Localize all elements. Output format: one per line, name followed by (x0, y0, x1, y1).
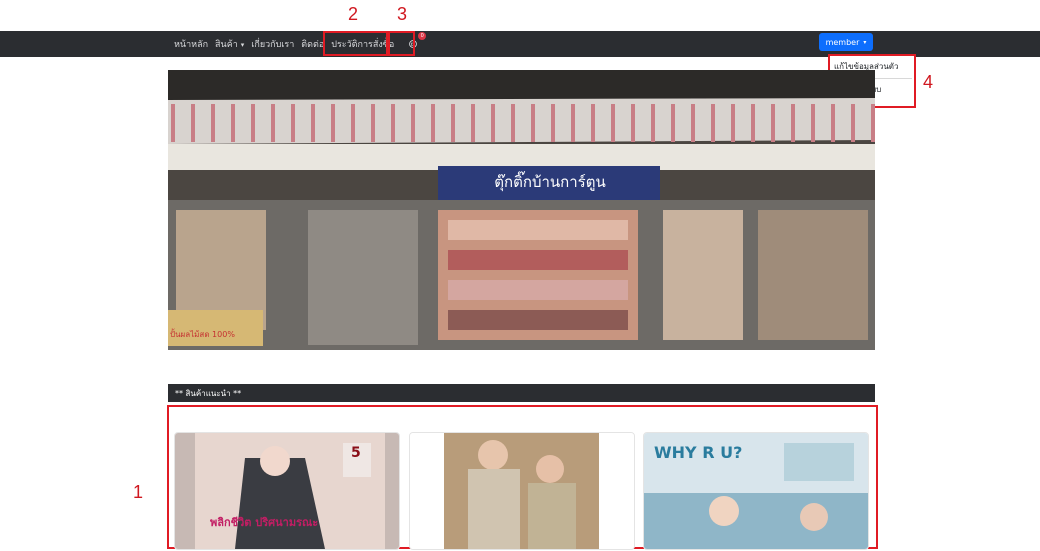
product-card-2[interactable] (409, 432, 635, 550)
annotation-box-2 (323, 31, 388, 56)
nav-item-products[interactable]: สินค้า ▾ (215, 37, 244, 51)
recommended-products-header: ** สินค้าแนะนำ ** (168, 384, 875, 402)
product-card-3[interactable]: WHY R U? (643, 432, 869, 550)
annotation-number-1: 1 (133, 482, 144, 502)
product-cover-image (175, 433, 399, 549)
cart-count-badge: 0 (418, 32, 427, 40)
nav-item-contact[interactable]: ติดต่อ (301, 37, 324, 51)
annotation-number-3: 3 (397, 4, 408, 24)
storefront-illustration (168, 70, 875, 350)
promo-sign-text: ปั้นผลไม้สด 100% (170, 330, 235, 339)
hero-storefront-image: ตุ๊กติ๊กบ้านการ์ตูน ปั้นผลไม้สด 100% (168, 70, 875, 350)
product-title: WHY R U? (654, 443, 743, 462)
product-badge: 5 (351, 445, 361, 461)
chevron-down-icon: ▾ (863, 38, 867, 46)
member-button-label: member (825, 37, 860, 47)
chevron-down-icon: ▾ (240, 41, 245, 49)
nav-item-about[interactable]: เกี่ยวกับเรา (251, 37, 294, 51)
annotation-number-2: 2 (348, 4, 359, 24)
annotation-box-3 (388, 31, 415, 56)
product-title: พลิกชีวิต ปริศนามรณะ (210, 516, 319, 529)
product-card-1[interactable]: 5 พลิกชีวิต ปริศนามรณะ (174, 432, 400, 550)
product-cover-image (410, 433, 634, 549)
nav-item-home[interactable]: หน้าหลัก (174, 37, 208, 51)
annotation-number-4: 4 (923, 72, 934, 92)
shop-sign-text: ตุ๊กติ๊กบ้านการ์ตูน (494, 173, 606, 191)
section-title: ** สินค้าแนะนำ ** (175, 389, 242, 398)
nav-item-products-label: สินค้า (215, 40, 238, 50)
member-dropdown-button[interactable]: member ▾ (819, 33, 873, 51)
